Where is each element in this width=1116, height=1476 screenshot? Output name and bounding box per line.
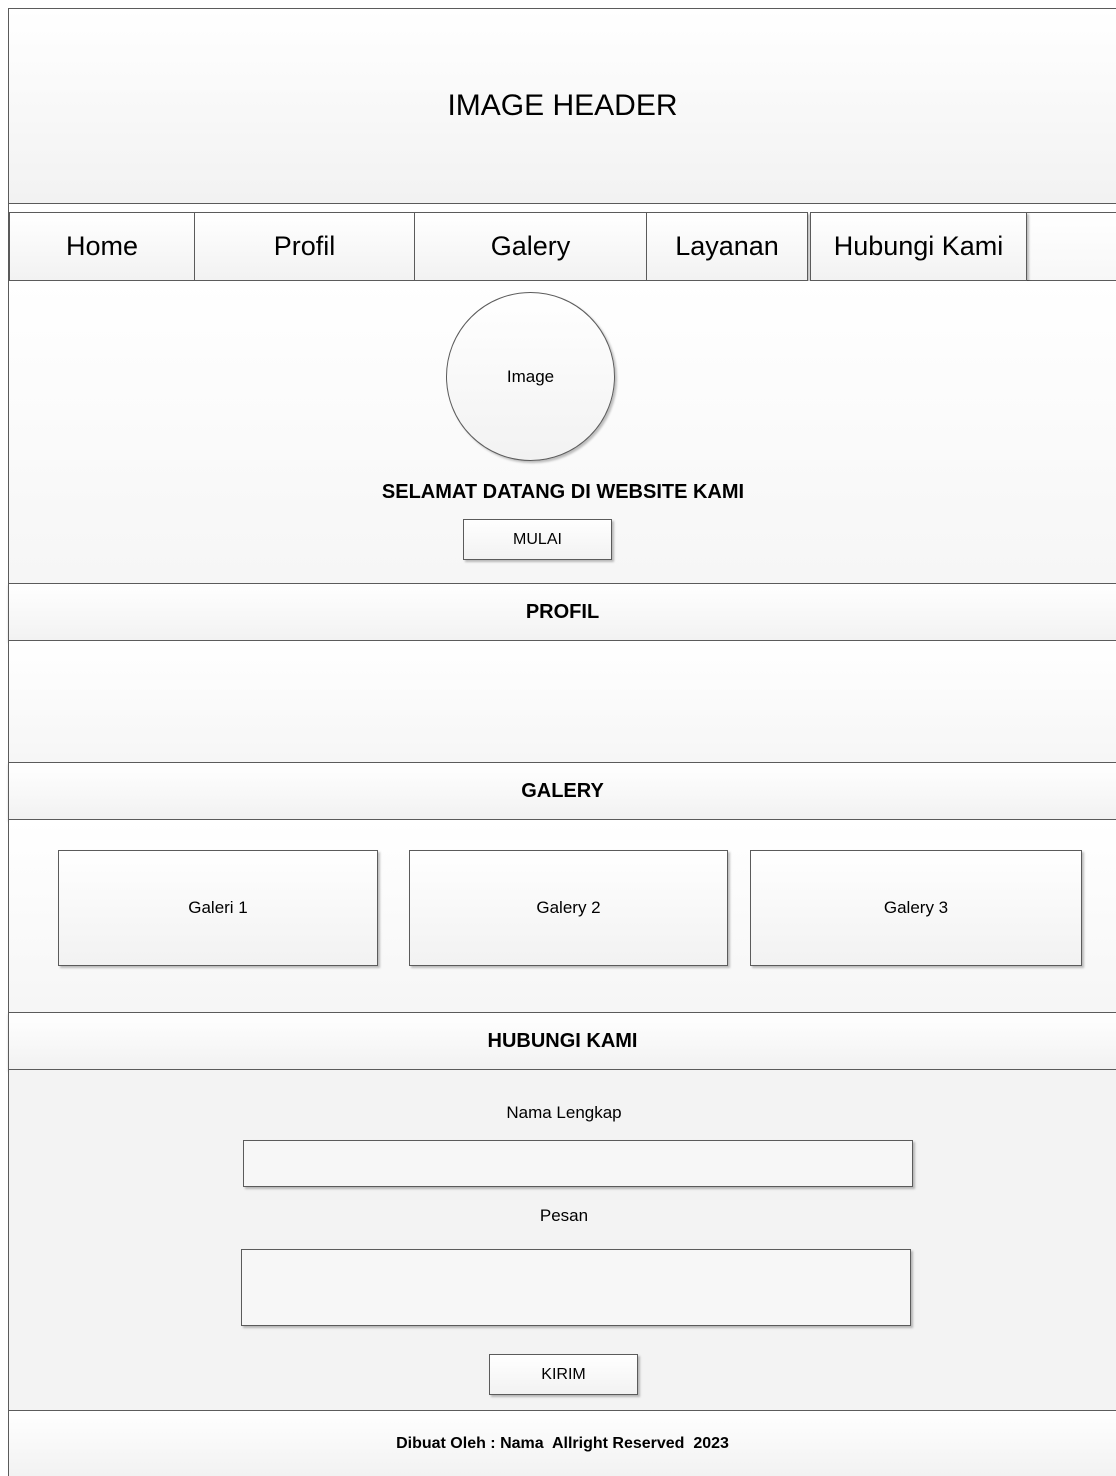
nama-lengkap-input[interactable] xyxy=(243,1140,913,1187)
image-placeholder-label: Image xyxy=(506,366,555,386)
hero-image-placeholder: Image xyxy=(446,292,615,461)
galery-section-header: GALERY xyxy=(8,762,1116,820)
gallery-item-label: Galery 3 xyxy=(883,898,949,917)
nav-item-label: Galery xyxy=(490,231,571,261)
nav-item-hubungi-kami[interactable]: Hubungi Kami xyxy=(810,212,1027,281)
section-title: PROFIL xyxy=(525,600,600,623)
pesan-label: Pesan xyxy=(539,1206,589,1225)
welcome-heading: SELAMAT DATANG DI WEBSITE KAMI xyxy=(381,480,745,503)
nav-item-label: Hubungi Kami xyxy=(833,231,1004,261)
nav-item-label: Home xyxy=(65,231,139,261)
pesan-textarea[interactable] xyxy=(241,1249,911,1326)
profil-section-body xyxy=(8,641,1116,762)
nav-item-label: Layanan xyxy=(675,231,779,261)
kirim-button[interactable]: KIRIM xyxy=(489,1354,638,1395)
nav-item-label: Profil xyxy=(273,231,336,261)
gallery-item[interactable]: Galery 3 xyxy=(750,850,1082,966)
gallery-item[interactable]: Galeri 1 xyxy=(58,850,378,966)
image-header: IMAGE HEADER xyxy=(8,8,1116,204)
gallery-item-label: Galeri 1 xyxy=(188,898,248,917)
profil-section-header: PROFIL xyxy=(8,583,1116,641)
footer-text: Dibuat Oleh : Nama Allright Reserved 202… xyxy=(396,1434,729,1452)
section-title: HUBUNGI KAMI xyxy=(487,1029,638,1052)
nav-item-home[interactable]: Home xyxy=(9,212,195,281)
header-title: IMAGE HEADER xyxy=(447,89,678,122)
mulai-button[interactable]: MULAI xyxy=(463,519,612,560)
footer: Dibuat Oleh : Nama Allright Reserved 202… xyxy=(8,1410,1116,1476)
nav-bar-filler xyxy=(1026,212,1116,281)
gallery-item[interactable]: Galery 2 xyxy=(409,850,728,966)
section-title: GALERY xyxy=(521,779,604,802)
kirim-button-label: KIRIM xyxy=(541,1365,586,1383)
nav-item-layanan[interactable]: Layanan xyxy=(646,212,808,281)
gallery-item-label: Galery 2 xyxy=(536,898,601,917)
hubungi-kami-section-header: HUBUNGI KAMI xyxy=(8,1012,1116,1070)
nav-item-galery[interactable]: Galery xyxy=(414,212,647,281)
nav-item-profil[interactable]: Profil xyxy=(194,212,415,281)
mulai-button-label: MULAI xyxy=(513,530,562,548)
nama-lengkap-label: Nama Lengkap xyxy=(506,1103,622,1122)
